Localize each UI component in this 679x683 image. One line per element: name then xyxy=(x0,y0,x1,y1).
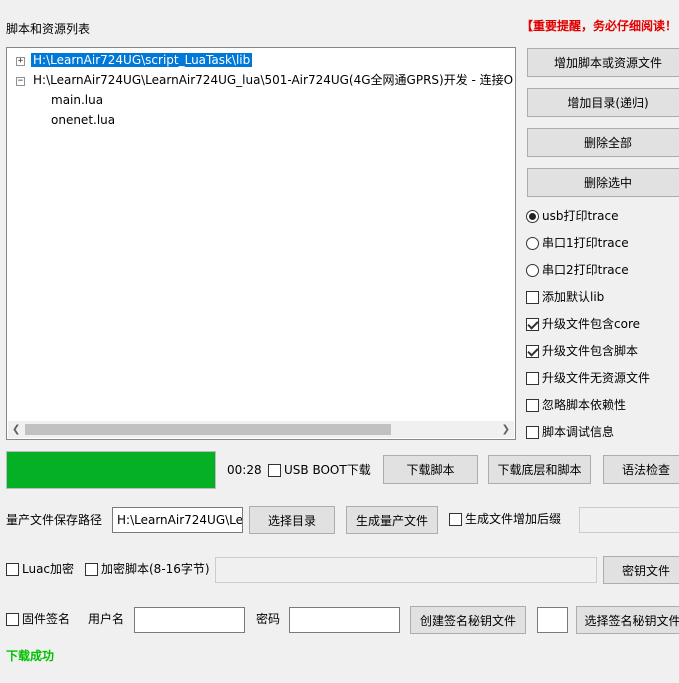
upgrade-no-resource-label: 升级文件无资源文件 xyxy=(542,371,651,385)
uart2-trace-label: 串口2打印trace xyxy=(542,263,629,277)
upgrade-core-checkbox[interactable] xyxy=(526,318,539,331)
tree-node[interactable]: H:\LearnAir724UG\script_LuaTask\lib xyxy=(31,52,253,68)
add-script-button[interactable]: 增加脚本或资源文件 xyxy=(527,48,679,77)
elapsed-time: 00:28 xyxy=(227,463,262,477)
password-field[interactable] xyxy=(289,607,400,633)
delete-all-button[interactable]: 删除全部 xyxy=(527,128,679,157)
chevron-left-icon[interactable]: ❮ xyxy=(12,423,20,436)
usb-trace-radio[interactable] xyxy=(526,210,539,223)
list-title: 脚本和资源列表 xyxy=(6,22,91,36)
ignore-dependency-checkbox[interactable] xyxy=(526,399,539,412)
usb-boot-checkbox[interactable] xyxy=(268,464,281,477)
debug-info-checkbox[interactable] xyxy=(526,426,539,439)
delete-selected-button[interactable]: 删除选中 xyxy=(527,168,679,197)
scroll-thumb[interactable] xyxy=(25,424,391,435)
add-default-lib-label: 添加默认lib xyxy=(542,290,605,304)
luac-encrypt-checkbox[interactable] xyxy=(6,563,19,576)
username-label: 用户名 xyxy=(88,612,125,626)
script-tree[interactable]: + H:\LearnAir724UG\script_LuaTask\lib − … xyxy=(6,47,516,440)
add-suffix-label: 生成文件增加后缀 xyxy=(465,512,562,526)
upgrade-script-checkbox[interactable] xyxy=(526,345,539,358)
usb-boot-label: USB BOOT下载 xyxy=(284,463,371,477)
uart2-trace-radio[interactable] xyxy=(526,264,539,277)
generate-mass-file-button[interactable]: 生成量产文件 xyxy=(346,506,438,534)
mass-path-label: 量产文件保存路径 xyxy=(6,513,103,527)
usb-trace-label: usb打印trace xyxy=(542,209,619,223)
encrypt-script-label: 加密脚本(8-16字节) xyxy=(101,562,210,576)
sign-key-field[interactable] xyxy=(537,607,568,633)
encrypt-key-field[interactable] xyxy=(215,557,597,583)
upgrade-script-label: 升级文件包含脚本 xyxy=(542,344,639,358)
username-field[interactable] xyxy=(134,607,245,633)
choose-directory-button[interactable]: 选择目录 xyxy=(249,506,335,534)
firmware-sign-checkbox[interactable] xyxy=(6,613,19,626)
syntax-check-button[interactable]: 语法检查 xyxy=(603,455,679,484)
firmware-sign-label: 固件签名 xyxy=(22,612,71,626)
expand-icon[interactable]: + xyxy=(16,57,25,66)
download-script-button[interactable]: 下载脚本 xyxy=(383,455,478,484)
ignore-dependency-label: 忽略脚本依赖性 xyxy=(542,398,627,412)
uart1-trace-radio[interactable] xyxy=(526,237,539,250)
warning-link[interactable]: 【重要提醒，务必仔细阅读！ xyxy=(521,19,677,33)
add-default-lib-checkbox[interactable] xyxy=(526,291,539,304)
encrypt-script-checkbox[interactable] xyxy=(85,563,98,576)
suffix-field[interactable] xyxy=(579,507,679,533)
tree-node[interactable]: onenet.lua xyxy=(51,112,115,128)
uart1-trace-label: 串口1打印trace xyxy=(542,236,629,250)
luac-encrypt-label: Luac加密 xyxy=(22,562,75,576)
chevron-right-icon[interactable]: ❯ xyxy=(502,423,510,436)
collapse-icon[interactable]: − xyxy=(16,77,25,86)
debug-info-label: 脚本调试信息 xyxy=(542,425,615,439)
horizontal-scrollbar[interactable]: ❮ ❯ xyxy=(8,421,514,438)
password-label: 密码 xyxy=(256,612,281,626)
add-directory-button[interactable]: 增加目录(递归) xyxy=(527,88,679,117)
choose-sign-key-button[interactable]: 选择签名秘钥文件 xyxy=(576,606,679,634)
add-suffix-checkbox[interactable] xyxy=(449,513,462,526)
tree-node[interactable]: H:\LearnAir724UG\LearnAir724UG_lua\501-A… xyxy=(33,72,513,88)
key-file-button[interactable]: 密钥文件 xyxy=(603,556,679,584)
status-text: 下载成功 xyxy=(6,649,55,663)
upgrade-core-label: 升级文件包含core xyxy=(542,317,640,331)
download-progress-bar xyxy=(6,451,216,489)
progress-fill xyxy=(7,452,215,488)
download-all-button[interactable]: 下载底层和脚本 xyxy=(488,455,591,484)
mass-path-field[interactable]: H:\LearnAir724UG\Le xyxy=(112,507,243,533)
upgrade-no-resource-checkbox[interactable] xyxy=(526,372,539,385)
create-sign-key-button[interactable]: 创建签名秘钥文件 xyxy=(410,606,526,634)
tree-node-label: H:\LearnAir724UG\script_LuaTask\lib xyxy=(31,53,253,67)
tree-node[interactable]: main.lua xyxy=(51,92,103,108)
